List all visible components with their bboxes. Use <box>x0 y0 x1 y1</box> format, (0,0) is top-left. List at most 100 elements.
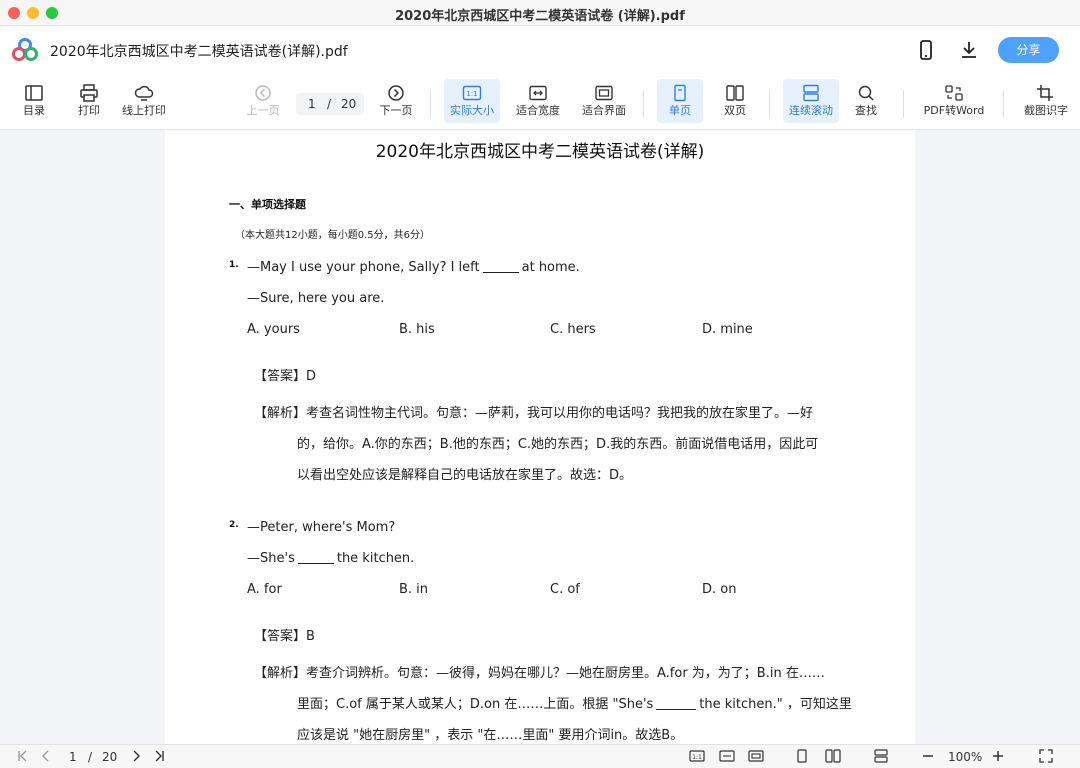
toolbar-divider <box>903 90 904 118</box>
prev-page-small-icon[interactable] <box>40 749 52 763</box>
bottom-current-page[interactable]: 1 <box>69 750 77 764</box>
online-print-label: 线上打印 <box>122 104 166 117</box>
bottom-total-pages: 20 <box>102 750 118 764</box>
pdf-to-word-label: PDF转Word <box>923 104 985 117</box>
actual-size-small-icon[interactable]: 1:1 <box>689 749 705 763</box>
fit-width-label: 适合宽度 <box>516 104 560 117</box>
prev-page-icon <box>255 85 271 101</box>
option-b: B. in <box>399 582 429 597</box>
toc-label: 目录 <box>23 104 45 117</box>
screenshot-ocr-button[interactable]: 截图识字 <box>1018 79 1074 123</box>
pdf-page: 2020年北京西城区中考二模英语试卷(详解) 一、单项选择题 （本大题共12小题… <box>165 130 915 744</box>
question-text: at home. <box>521 260 580 275</box>
toolbar-divider <box>643 90 644 118</box>
fit-screen-button[interactable]: 适合界面 <box>578 79 630 123</box>
continuous-scroll-button[interactable]: 连续滚动 <box>783 79 839 123</box>
question-number: 2. <box>229 520 239 530</box>
answer-text: 【答案】B <box>254 629 315 644</box>
single-page-icon <box>674 84 686 102</box>
bottom-page-separator: / <box>88 750 93 764</box>
toolbar: 目录 打印 线上打印 上一页 1 / 20 下一页 1:1 实际大小 适合宽度 … <box>0 74 1080 130</box>
explanation-line: 【解析】考查名词性物主代词。句意：—萨莉，我可以用你的电话吗？我把我的放在家里了… <box>254 406 814 421</box>
fit-width-icon <box>529 85 547 101</box>
fit-screen-icon <box>595 85 613 101</box>
answer-blank <box>482 272 519 273</box>
actual-size-ratio-text: 1:1 <box>466 90 477 98</box>
download-icon[interactable] <box>957 38 981 62</box>
screenshot-ocr-label: 截图识字 <box>1024 104 1068 117</box>
toolbar-divider <box>769 90 770 118</box>
question-text: the kitchen. <box>336 551 415 566</box>
question-line: —May I use your phone, Sally? I left at h… <box>247 260 580 275</box>
pdf-to-word-button[interactable]: PDF转Word <box>920 79 988 123</box>
total-pages: 20 <box>341 97 357 111</box>
fit-screen-small-icon[interactable] <box>748 749 764 763</box>
next-page-button[interactable]: 下一页 <box>376 79 416 123</box>
continuous-scroll-small-icon[interactable] <box>873 749 889 763</box>
section-heading: 一、单项选择题 <box>229 198 306 211</box>
fullscreen-icon[interactable] <box>1039 749 1053 763</box>
pdf-to-word-icon <box>945 85 963 101</box>
fit-screen-label: 适合界面 <box>582 104 626 117</box>
actual-size-icon: 1:1 <box>462 85 482 101</box>
explanation-line: 的，给你。A.你的东西；B.他的东西；C.她的东西；D.我的东西。前面说借电话用… <box>297 437 819 452</box>
print-button[interactable]: 打印 <box>69 79 109 123</box>
single-page-label: 单页 <box>669 104 691 117</box>
prev-page-label: 上一页 <box>246 104 280 117</box>
single-page-small-icon[interactable] <box>795 749 809 763</box>
document-viewport[interactable]: 2020年北京西城区中考二模英语试卷(详解) 一、单项选择题 （本大题共12小题… <box>0 130 1080 744</box>
question-line: —Sure, here you are. <box>247 291 385 306</box>
first-page-icon[interactable] <box>16 749 30 763</box>
document-title: 2020年北京西城区中考二模英语试卷(详解) <box>375 142 705 162</box>
zoom-level: 100% <box>948 750 983 764</box>
page-separator: / <box>327 97 332 111</box>
search-icon <box>858 85 874 101</box>
explanation-line: 应该是说 "她在厨房里" ，表示 "在……里面" 要用介词in。故选B。 <box>297 728 684 743</box>
last-page-icon[interactable] <box>152 749 166 763</box>
option-c: C. hers <box>550 322 596 337</box>
mobile-icon[interactable] <box>914 38 938 62</box>
question-text: —She's <box>247 551 295 566</box>
next-page-icon <box>388 85 404 101</box>
actual-size-label: 实际大小 <box>450 104 494 117</box>
file-title: 2020年北京西城区中考二模英语试卷(详解).pdf <box>50 44 348 60</box>
double-page-small-icon[interactable] <box>825 749 841 763</box>
continuous-scroll-label: 连续滚动 <box>789 104 833 117</box>
page-input[interactable]: 1 / 20 <box>296 93 364 115</box>
fit-width-button[interactable]: 适合宽度 <box>512 79 564 123</box>
answer-blank <box>297 563 334 564</box>
option-d: D. mine <box>702 322 753 337</box>
toc-button[interactable]: 目录 <box>14 79 54 123</box>
current-page[interactable]: 1 <box>308 97 316 111</box>
title-bar: 2020年北京西城区中考二模英语试卷 (详解).pdf <box>0 0 1080 26</box>
explanation-line: 【解析】考查介词辨析。句意：—彼得，妈妈在哪儿？—她在厨房里。A.for 为，为… <box>254 666 825 681</box>
double-page-button[interactable]: 双页 <box>714 79 756 123</box>
fit-width-small-icon[interactable] <box>719 749 735 763</box>
question-line: —Peter, where's Mom? <box>247 520 396 535</box>
zoom-out-icon[interactable] <box>921 749 935 763</box>
zoom-in-icon[interactable] <box>991 749 1005 763</box>
option-d: D. on <box>702 582 737 597</box>
find-button[interactable]: 查找 <box>846 79 886 123</box>
continuous-scroll-icon <box>803 84 819 102</box>
explanation-line: 以看出空处应该是解释自己的电话放在家里了。故选：D。 <box>297 468 633 483</box>
next-page-small-icon[interactable] <box>130 749 142 763</box>
toc-icon <box>25 85 43 101</box>
actual-size-button[interactable]: 1:1 实际大小 <box>444 79 500 123</box>
single-page-button[interactable]: 单页 <box>657 79 703 123</box>
double-page-label: 双页 <box>724 104 746 117</box>
share-button[interactable]: 分享 <box>998 37 1059 63</box>
answer-blank <box>656 709 697 710</box>
toolbar-divider <box>1003 90 1004 118</box>
double-page-icon <box>726 85 744 101</box>
online-print-button[interactable]: 线上打印 <box>118 79 170 123</box>
explanation-text: 里面；C.of 属于某人或某人；D.on 在……上面。根据 "She's <box>297 697 654 712</box>
question-number: 1. <box>229 260 239 270</box>
actual-size-small-ratio-text: 1:1 <box>692 754 702 761</box>
prev-page-button[interactable]: 上一页 <box>243 79 283 123</box>
option-a: A. yours <box>247 322 300 337</box>
question-text: —May I use your phone, Sally? I left <box>247 260 480 275</box>
bottom-bar: 1 / 20 1:1 100% <box>0 744 1080 768</box>
crop-icon <box>1037 85 1053 101</box>
print-label: 打印 <box>78 104 100 117</box>
